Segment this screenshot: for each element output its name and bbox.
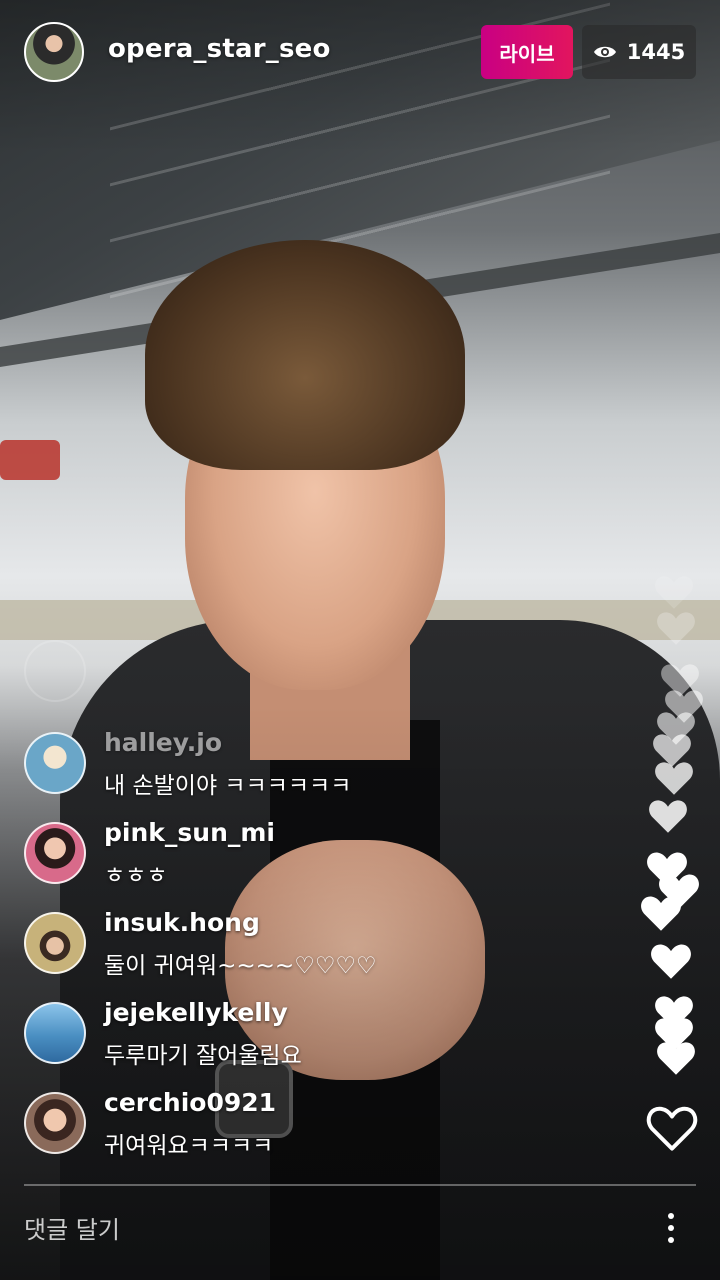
heart-icon bbox=[656, 1040, 696, 1076]
more-options-icon bbox=[668, 1213, 674, 1219]
footer-divider bbox=[24, 1184, 696, 1186]
viewer-count-badge[interactable]: 1445 bbox=[582, 25, 696, 79]
comment-item: insuk.hong 둘이 귀여워~~~~♡♡♡♡ bbox=[24, 908, 624, 998]
comment-list: halley.jo 내 손발이야 ㅋㅋㅋㅋㅋㅋ pink_sun_mi ㅎㅎㅎ … bbox=[24, 728, 624, 1178]
heart-icon bbox=[648, 798, 688, 834]
comment-avatar[interactable] bbox=[24, 912, 86, 974]
comment-avatar[interactable] bbox=[24, 732, 86, 794]
comment-text: 내 손발이야 ㅋㅋㅋㅋㅋㅋ bbox=[104, 773, 352, 799]
host-avatar[interactable] bbox=[24, 22, 84, 82]
like-button[interactable] bbox=[646, 1104, 698, 1154]
comment-username[interactable]: pink_sun_mi bbox=[104, 818, 275, 847]
heart-icon bbox=[656, 610, 696, 646]
comment-username[interactable]: insuk.hong bbox=[104, 908, 260, 937]
live-badge: 라이브 bbox=[481, 25, 573, 79]
comment-text: 두루마기 잘어울림요 bbox=[104, 1043, 302, 1069]
comment-input[interactable] bbox=[24, 1208, 584, 1252]
heart-icon bbox=[640, 894, 682, 932]
comment-text: ㅎㅎㅎ bbox=[104, 863, 168, 889]
eye-icon bbox=[593, 44, 617, 60]
heart-icon bbox=[654, 760, 694, 796]
comment-item: halley.jo 내 손발이야 ㅋㅋㅋㅋㅋㅋ bbox=[24, 728, 624, 818]
heart-outline-icon bbox=[646, 1106, 698, 1156]
host-username[interactable]: opera_star_seo bbox=[108, 34, 331, 64]
comment-item: jejekellykelly 두루마기 잘어울림요 bbox=[24, 998, 624, 1088]
comment-avatar[interactable] bbox=[24, 1002, 86, 1064]
comment-username[interactable]: cerchio0921 bbox=[104, 1088, 276, 1117]
comment-avatar[interactable] bbox=[24, 822, 86, 884]
live-header: opera_star_seo 라이브 1445 bbox=[0, 0, 720, 110]
viewer-count: 1445 bbox=[626, 40, 686, 64]
floating-hearts bbox=[630, 570, 720, 1090]
comment-text: 귀여워요ㅋㅋㅋㅋ bbox=[104, 1133, 274, 1159]
comment-item: cerchio0921 귀여워요ㅋㅋㅋㅋ bbox=[24, 1088, 624, 1178]
faded-comment-avatar bbox=[24, 640, 86, 702]
comment-item: pink_sun_mi ㅎㅎㅎ bbox=[24, 818, 624, 908]
heart-icon bbox=[654, 574, 694, 610]
comment-username[interactable]: halley.jo bbox=[104, 728, 222, 757]
comment-avatar[interactable] bbox=[24, 1092, 86, 1154]
more-options-button[interactable] bbox=[656, 1208, 686, 1248]
comment-username[interactable]: jejekellykelly bbox=[104, 998, 288, 1027]
comment-text: 둘이 귀여워~~~~♡♡♡♡ bbox=[104, 953, 377, 979]
heart-icon bbox=[650, 942, 692, 980]
